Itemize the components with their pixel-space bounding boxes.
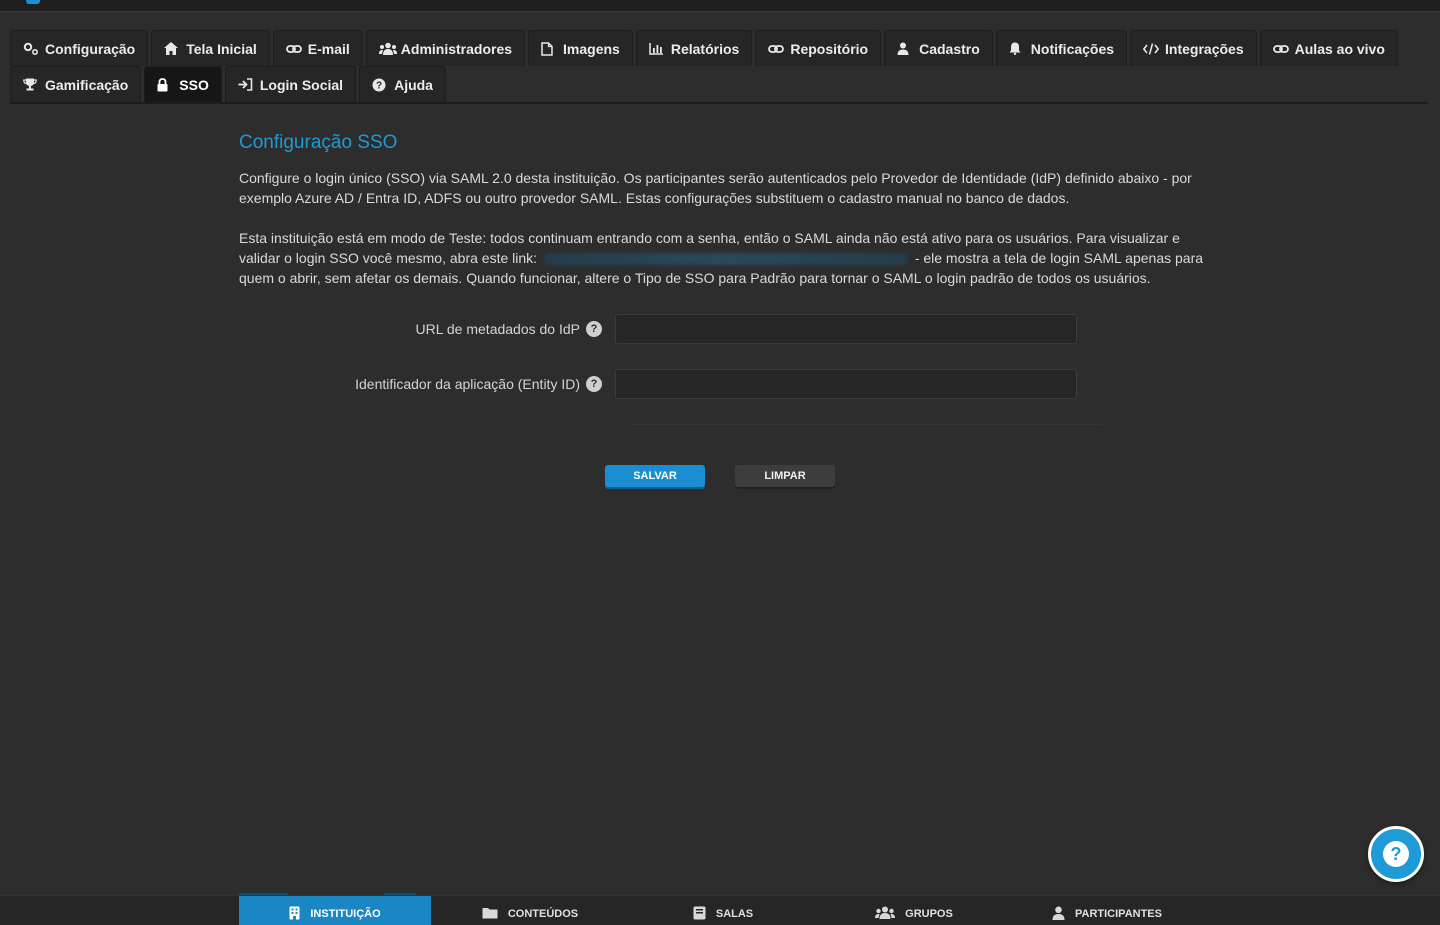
nav-label: SALAS xyxy=(715,908,754,920)
tab-configuracao[interactable]: Configuração xyxy=(10,30,149,66)
tab-imagens[interactable]: Imagens xyxy=(528,30,633,66)
nav-salas[interactable]: SALAS xyxy=(680,896,766,925)
top-header-bar xyxy=(0,0,1440,12)
tab-label: Configuração xyxy=(45,40,136,57)
form-divider xyxy=(629,424,1101,425)
link-icon xyxy=(1272,43,1289,55)
nav-label: CONTEÚDOS xyxy=(507,908,579,920)
tab-notificacoes[interactable]: Notificações xyxy=(995,30,1128,66)
tab-label: Repositório xyxy=(790,40,869,57)
entity-id-input[interactable] xyxy=(615,369,1077,399)
entity-id-label: Identificador da aplicação (Entity ID) xyxy=(355,376,580,392)
tab-login-social[interactable]: Login Social xyxy=(224,66,357,102)
tab-repositorio[interactable]: Repositório xyxy=(755,30,882,66)
tab-label: Integrações xyxy=(1165,40,1244,57)
tab-email[interactable]: E-mail xyxy=(272,30,363,66)
tab-label: Ajuda xyxy=(394,76,433,93)
nav-instituicao[interactable]: INSTITUIÇÃO xyxy=(239,896,431,925)
bottom-nav: INSTITUIÇÃO CONTEÚDOS SALAS GRUPOS PARTI… xyxy=(0,895,1440,925)
bell-icon xyxy=(1009,42,1025,55)
sso-content: Configuração SSO Configure o login único… xyxy=(239,132,1209,288)
nav-conteudos[interactable]: CONTEÚDOS xyxy=(470,896,590,925)
clear-button[interactable]: LIMPAR xyxy=(735,465,835,487)
tab-label: Notificações xyxy=(1030,40,1115,57)
nav-label: INSTITUIÇÃO xyxy=(310,908,381,920)
tab-label: Login Social xyxy=(259,76,344,93)
metadata-url-input[interactable] xyxy=(615,314,1077,344)
users-icon xyxy=(378,42,397,55)
file-icon xyxy=(541,41,557,56)
sso-test-mode-text: Esta instituição está em modo de Teste: … xyxy=(239,228,1209,288)
help-icon[interactable]: ? xyxy=(586,376,602,392)
tab-ajuda[interactable]: ? Ajuda xyxy=(359,66,446,102)
link-icon xyxy=(285,43,302,55)
tab-label: E-mail xyxy=(307,40,350,57)
tab-label: Aulas ao vivo xyxy=(1294,40,1385,57)
settings-tabs: Configuração Tela Inicial E-mail Adminis… xyxy=(10,30,1428,104)
nav-grupos[interactable]: GRUPOS xyxy=(866,896,962,925)
tab-label: Relatórios xyxy=(670,40,740,57)
sso-test-link[interactable] xyxy=(543,253,908,266)
entity-id-row: Identificador da aplicação (Entity ID) ? xyxy=(239,369,1091,399)
tab-aulas-ao-vivo[interactable]: Aulas ao vivo xyxy=(1259,30,1398,66)
user-icon xyxy=(897,42,913,55)
tab-label: SSO xyxy=(179,76,209,93)
users-icon xyxy=(875,906,896,922)
book-icon xyxy=(693,906,706,923)
question-circle-icon: ? xyxy=(372,78,388,92)
tab-sso[interactable]: SSO xyxy=(144,66,222,102)
sign-in-icon xyxy=(238,78,254,91)
user-icon xyxy=(1052,906,1065,923)
nav-label: PARTICIPANTES xyxy=(1075,908,1162,920)
code-icon xyxy=(1143,42,1160,55)
trophy-icon xyxy=(23,78,39,91)
bar-chart-icon xyxy=(649,42,665,55)
tab-relatorios[interactable]: Relatórios xyxy=(635,30,753,66)
entity-id-label-wrap: Identificador da aplicação (Entity ID) ? xyxy=(239,376,615,392)
tab-label: Gamificação xyxy=(45,76,129,93)
building-icon xyxy=(289,906,300,923)
sso-intro-text: Configure o login único (SSO) via SAML 2… xyxy=(239,170,1192,206)
gears-icon xyxy=(23,42,39,56)
tab-integracoes[interactable]: Integrações xyxy=(1130,30,1257,66)
home-icon xyxy=(164,42,180,55)
help-chat-button[interactable]: ? xyxy=(1368,826,1424,882)
tab-label: Tela Inicial xyxy=(186,40,257,57)
metadata-url-label-wrap: URL de metadados do IdP ? xyxy=(239,321,615,337)
tab-label: Imagens xyxy=(563,40,620,57)
app-logo[interactable] xyxy=(26,0,40,4)
tab-gamificacao[interactable]: Gamificação xyxy=(10,66,142,102)
nav-label: GRUPOS xyxy=(905,908,953,920)
lock-icon xyxy=(157,77,173,92)
metadata-url-row: URL de metadados do IdP ? xyxy=(239,314,1091,344)
tab-label: Administradores xyxy=(400,40,513,57)
metadata-url-label: URL de metadados do IdP xyxy=(415,321,580,337)
question-icon: ? xyxy=(1383,841,1409,867)
tab-tela-inicial[interactable]: Tela Inicial xyxy=(151,30,270,66)
help-icon[interactable]: ? xyxy=(586,321,602,337)
nav-participantes[interactable]: PARTICIPANTES xyxy=(1040,896,1174,925)
save-button[interactable]: SALVAR xyxy=(605,465,705,487)
folder-icon xyxy=(482,907,498,922)
tab-cadastro[interactable]: Cadastro xyxy=(884,30,993,66)
tab-row-2: Gamificação SSO Login Social ? Ajuda xyxy=(10,66,1428,102)
page-title: Configuração SSO xyxy=(239,132,398,153)
tab-row-1: Configuração Tela Inicial E-mail Adminis… xyxy=(10,30,1428,66)
tab-administradores[interactable]: Administradores xyxy=(365,30,526,66)
svg-text:?: ? xyxy=(376,80,382,91)
link-icon xyxy=(768,43,785,55)
tab-label: Cadastro xyxy=(919,40,980,57)
